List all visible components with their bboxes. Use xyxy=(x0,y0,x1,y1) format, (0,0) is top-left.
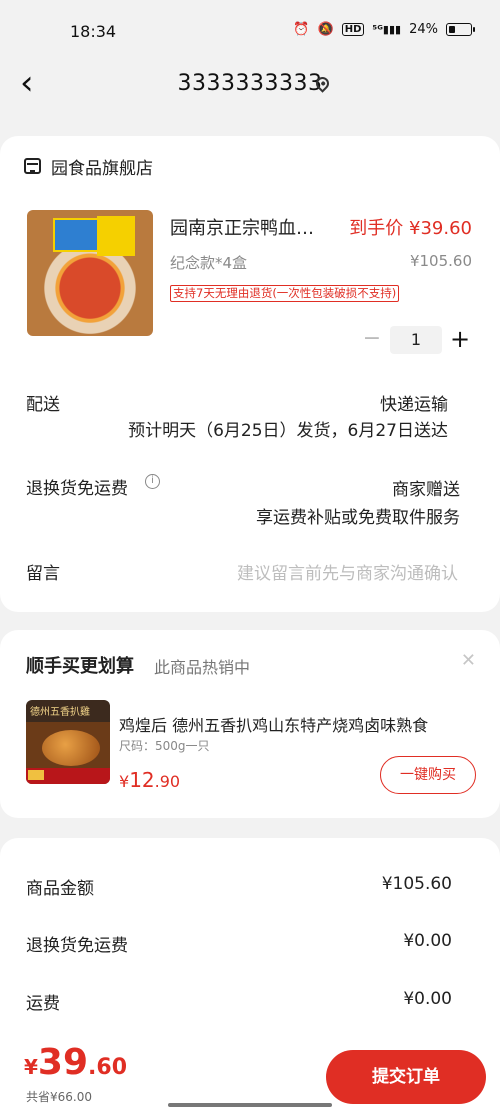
message-label: 留言 xyxy=(26,564,60,584)
upsell-product-price: ¥12.90 xyxy=(119,768,181,792)
product-final-price: 到手价 ¥39.60 xyxy=(349,218,472,239)
info-icon[interactable]: i xyxy=(145,474,160,489)
upsell-product-spec: 尺码：500g一只 xyxy=(119,739,210,753)
freight-label: 运费 xyxy=(26,994,60,1014)
page-title: 3333333333 xyxy=(177,71,323,96)
store-name: 园食品旗舰店 xyxy=(51,158,153,179)
message-input[interactable]: 建议留言前先与商家沟通确认 xyxy=(237,559,458,584)
product-image[interactable] xyxy=(27,210,153,336)
upsell-title: 顺手买更划算 xyxy=(26,656,134,677)
delivery-method[interactable]: 快递运输 xyxy=(380,390,448,415)
product-title[interactable]: 园南京正宗鸭血粉丝 xyxy=(170,214,330,240)
close-icon[interactable]: ✕ xyxy=(461,650,476,671)
checkout-bar: ¥39.60 共省¥66.00 提交订单 xyxy=(0,1040,500,1111)
return-shipping-fee-label: 退换货免运费 xyxy=(26,936,128,956)
upsell-subtitle: 此商品热销中 xyxy=(154,658,251,677)
order-item-card: 园食品旗舰店 园南京正宗鸭血粉丝 到手价 ¥39.60 纪念款*4盒 ¥105.… xyxy=(0,136,500,612)
quantity-stepper: − 1 + xyxy=(360,326,472,354)
return-policy-tag: 支持7天无理由退货(一次性包装破损不支持) xyxy=(170,285,400,302)
one-click-buy-button[interactable]: 一键购买 xyxy=(380,756,476,794)
submit-order-button[interactable]: 提交订单 xyxy=(326,1050,486,1104)
goods-amount-label: 商品金额 xyxy=(26,879,94,899)
total-price: ¥39.60 xyxy=(24,1042,128,1083)
store-header[interactable]: 园食品旗舰店 xyxy=(24,154,153,179)
freight-value: ¥0.00 xyxy=(403,989,452,1009)
signal-5g-icon: ⁵ᴳ▮▮▮ xyxy=(372,23,402,36)
quantity-value[interactable]: 1 xyxy=(390,326,442,354)
product-variant[interactable]: 纪念款*4盒 xyxy=(170,252,247,273)
store-icon xyxy=(24,158,41,174)
return-shipping-label: 退换货免运费 xyxy=(26,479,128,499)
goods-amount-value: ¥105.60 xyxy=(381,874,452,894)
hd-icon: HD xyxy=(341,23,365,36)
upsell-image-caption: 德州五香扒雞 xyxy=(30,707,90,718)
status-time: 18:34 xyxy=(70,22,117,41)
battery-level: 24% xyxy=(409,22,438,37)
total-savings: 共省¥66.00 xyxy=(26,1090,92,1104)
delivery-eta: 预计明天（6月25日）发货，6月27日送达 xyxy=(128,421,448,441)
upsell-product-image[interactable]: 德州五香扒雞 xyxy=(26,700,110,784)
return-shipping-desc: 享运费补贴或免费取件服务 xyxy=(256,508,460,528)
upsell-product-name[interactable]: 鸡煌后 德州五香扒鸡山东特产烧鸡卤味熟食 xyxy=(119,712,469,736)
status-icons: ⏰ 🔕 HD ⁵ᴳ▮▮▮ 24% xyxy=(293,22,475,37)
mute-icon: 🔕 xyxy=(317,22,334,37)
home-indicator[interactable] xyxy=(168,1103,332,1107)
product-original-price: ¥105.60 xyxy=(409,252,472,270)
battery-icon xyxy=(446,23,475,36)
upsell-card: 顺手买更划算 此商品热销中 ✕ 德州五香扒雞 鸡煌后 德州五香扒鸡山东特产烧鸡卤… xyxy=(0,630,500,818)
increase-button[interactable]: + xyxy=(448,326,472,354)
return-shipping-value: 商家赠送 xyxy=(392,480,460,500)
decrease-button[interactable]: − xyxy=(360,326,384,354)
delivery-label: 配送 xyxy=(26,395,60,415)
top-bar: ‹ 3333333333 xyxy=(0,55,500,115)
return-shipping-fee-value: ¥0.00 xyxy=(403,931,452,951)
alarm-icon: ⏰ xyxy=(293,22,310,37)
